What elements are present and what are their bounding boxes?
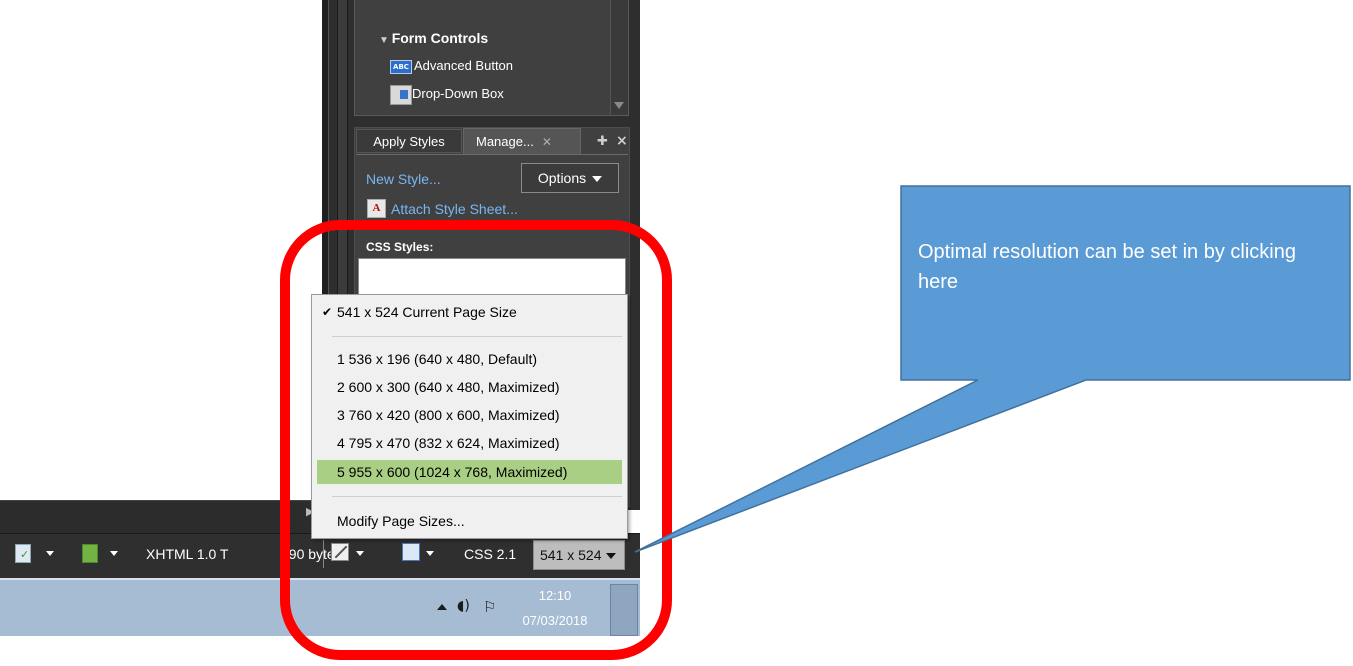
callout-shape bbox=[634, 185, 1351, 553]
callout-text: Optimal resolution can be set in by clic… bbox=[918, 241, 1296, 293]
